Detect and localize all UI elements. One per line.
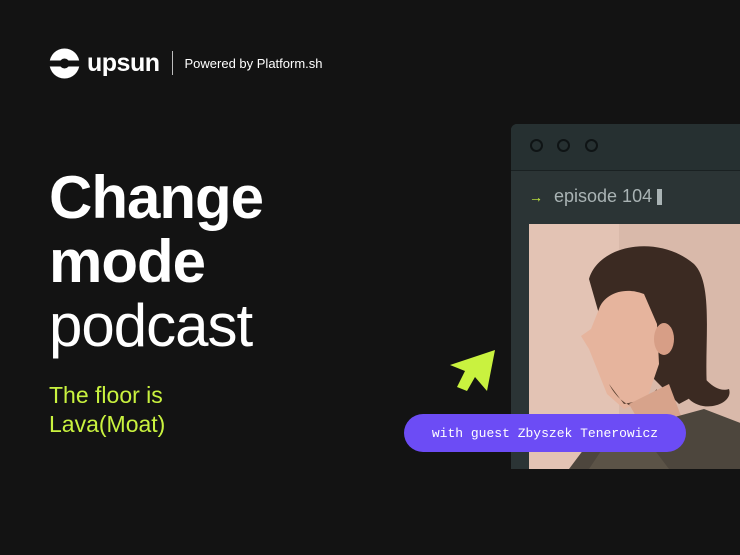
title-line-1: Change bbox=[49, 164, 264, 231]
arrow-cursor-icon bbox=[450, 350, 495, 391]
brand-name: upsun bbox=[87, 48, 160, 77]
episode-row: → episode 104 bbox=[529, 186, 663, 207]
guest-pill: with guest Zbyszek Tenerowicz bbox=[404, 414, 686, 452]
window-dot-icon bbox=[585, 139, 598, 152]
powered-by-text: Powered by Platform.sh bbox=[184, 55, 323, 71]
upsun-logo-icon bbox=[49, 48, 80, 78]
window-dot-icon bbox=[557, 139, 570, 152]
podcast-title: Change mode podcast bbox=[49, 164, 264, 359]
episode-subtitle: The floor is Lava(Moat) bbox=[49, 381, 165, 439]
brand-header: upsun Powered by Platform.sh bbox=[49, 46, 323, 80]
title-line-3: podcast bbox=[49, 292, 253, 359]
window-titlebar bbox=[511, 124, 740, 171]
window-dot-icon bbox=[530, 139, 543, 152]
episode-label: episode 104 bbox=[554, 186, 653, 206]
brand-divider bbox=[171, 51, 173, 75]
text-cursor bbox=[657, 188, 663, 205]
title-line-2: mode bbox=[49, 228, 206, 295]
prompt-arrow-icon: → bbox=[529, 188, 543, 205]
subtitle-line-2: Lava(Moat) bbox=[49, 411, 166, 437]
subtitle-line-1: The floor is bbox=[49, 382, 163, 408]
